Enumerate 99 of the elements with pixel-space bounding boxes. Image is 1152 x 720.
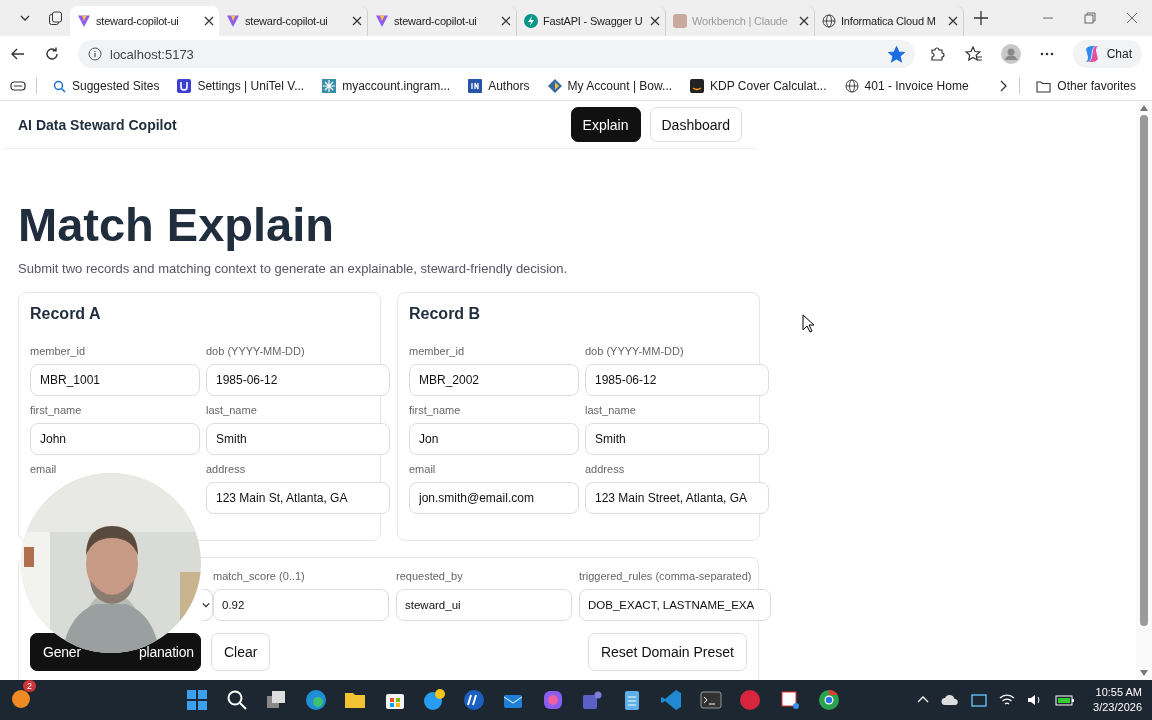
close-icon[interactable]: [204, 16, 214, 26]
close-icon[interactable]: [650, 16, 660, 26]
new-tab-icon[interactable]: [974, 11, 988, 25]
input-field[interactable]: DOB_EXACT, LASTNAME_EXA: [579, 589, 771, 621]
input-field[interactable]: 1985-06-12: [585, 364, 769, 396]
field-label: first_name: [409, 404, 462, 417]
field-label: email: [30, 463, 58, 476]
bolt-icon: [524, 14, 538, 28]
square-icon: [673, 14, 687, 28]
input-field[interactable]: MBR_2002: [409, 364, 579, 396]
field-label: dob (YYYY-MM-DD): [585, 345, 685, 358]
bookmark-link[interactable]: Settings | UniTel V...: [171, 79, 311, 93]
cursor-icon: [802, 314, 815, 333]
dropdown-field[interactable]: [202, 589, 213, 621]
input-field[interactable]: 123 Main St, Atlanta, GA: [206, 482, 390, 514]
card-title: Record A: [30, 305, 102, 323]
chevron-down-icon: [202, 601, 210, 609]
box-icon: [690, 79, 705, 93]
battery-icon[interactable]: [1055, 694, 1076, 706]
profile-avatar-icon[interactable]: [1000, 44, 1021, 64]
letter-tile-icon: [468, 79, 483, 93]
input-field[interactable]: John: [30, 423, 200, 455]
bookmark-link[interactable]: Suggested Sites: [47, 79, 166, 93]
folder-icon: [1036, 79, 1052, 93]
wifi-icon[interactable]: [999, 693, 1016, 707]
favorite-star-icon[interactable]: [887, 45, 905, 63]
close-icon[interactable]: [799, 16, 809, 26]
shield-icon: [177, 79, 192, 93]
action-button[interactable]: Reset Domain Preset: [587, 633, 747, 671]
globe-icon: [822, 14, 836, 28]
scrollbar[interactable]: [1136, 101, 1152, 680]
triangle-icon: [226, 14, 240, 28]
bookmark-link[interactable]: 401 - Invoice Home: [838, 79, 975, 93]
field-label: triggered_rules (comma-separated): [579, 570, 753, 583]
notification-badge: 2: [23, 680, 36, 692]
field-label: first_name: [30, 404, 83, 417]
search-icon: [53, 79, 66, 93]
other-favorites-link[interactable]: Other favorites: [1030, 79, 1142, 93]
scroll-down-icon[interactable]: [1140, 670, 1148, 676]
favorites-icon[interactable]: [964, 45, 983, 63]
input-field[interactable]: 123 Main Street, Atlanta, GA: [585, 482, 769, 514]
clock-date[interactable]: 3/23/2026: [1093, 700, 1142, 715]
field-label: member_id: [409, 345, 466, 358]
app-icon[interactable]: [265, 689, 287, 711]
nav-button[interactable]: Dashboard: [649, 107, 742, 142]
input-field[interactable]: MBR_1001: [30, 364, 200, 396]
input-field[interactable]: jon.smith@email.com: [409, 482, 579, 514]
triangle-icon: [375, 14, 389, 28]
app-title: AI Data Steward Copilot: [18, 116, 177, 133]
restore-icon[interactable]: [1084, 12, 1096, 24]
bookmark-link[interactable]: My Account | Bow...: [541, 79, 679, 93]
close-icon[interactable]: [352, 16, 362, 26]
cloud-icon[interactable]: [941, 693, 960, 707]
field-label: address: [206, 463, 247, 476]
app-icon[interactable]: [423, 689, 445, 711]
app-icon[interactable]: [462, 689, 485, 711]
input-field[interactable]: Smith: [585, 423, 769, 455]
spark-icon: [322, 79, 337, 93]
browser-tab[interactable]: steward-copilot-ui: [70, 6, 219, 36]
address-bar[interactable]: localhost:5173: [78, 40, 915, 68]
reload-icon[interactable]: [44, 46, 60, 62]
screen-icon[interactable]: [971, 692, 988, 708]
extensions-icon[interactable]: [928, 45, 947, 63]
action-button[interactable]: Clear: [210, 633, 271, 671]
info-icon: [88, 47, 102, 61]
bookmark-link[interactable]: Authors: [462, 79, 536, 93]
field-label: last_name: [206, 404, 258, 417]
back-icon[interactable]: [10, 46, 26, 62]
input-field[interactable]: Jon: [409, 423, 579, 455]
page-subtitle: Submit two records and matching context to generate an explainable, steward-friendly decision.: [18, 261, 569, 276]
input-field[interactable]: 1985-06-12: [206, 364, 390, 396]
input-field[interactable]: Smith: [206, 423, 390, 455]
triangle-icon: [77, 14, 91, 28]
search-icon[interactable]: [225, 689, 248, 711]
field-label: match_score (0..1): [213, 570, 306, 583]
nav-button[interactable]: Explain: [570, 107, 641, 142]
scroll-up-icon[interactable]: [1140, 105, 1148, 111]
field-label: address: [585, 463, 626, 476]
app-icon[interactable]: [818, 689, 840, 711]
globe-icon: [844, 79, 859, 93]
diamond-icon: [547, 79, 562, 93]
input-field[interactable]: steward_ui: [396, 589, 572, 621]
page-title: Match Explain: [18, 199, 335, 251]
bookmark-link[interactable]: KDP Cover Calculat...: [684, 79, 833, 93]
chat-button[interactable]: Chat: [1072, 40, 1142, 68]
close-icon[interactable]: [948, 16, 958, 26]
clock-time[interactable]: 10:55 AM: [1095, 685, 1142, 700]
bookmark-link[interactable]: myaccount.ingram...: [316, 79, 457, 93]
field-label: last_name: [585, 404, 637, 417]
collections-icon[interactable]: [10, 78, 26, 94]
app-icon[interactable]: [304, 689, 327, 711]
field-label: requested_by: [396, 570, 464, 583]
app-icon[interactable]: [778, 689, 801, 711]
card-title: Record B: [409, 305, 482, 323]
field-label: member_id: [30, 345, 87, 358]
field-label: dob (YYYY-MM-DD): [206, 345, 306, 358]
input-field[interactable]: 0.92: [213, 589, 389, 621]
close-icon[interactable]: [501, 16, 511, 26]
field-label: email: [409, 463, 437, 476]
